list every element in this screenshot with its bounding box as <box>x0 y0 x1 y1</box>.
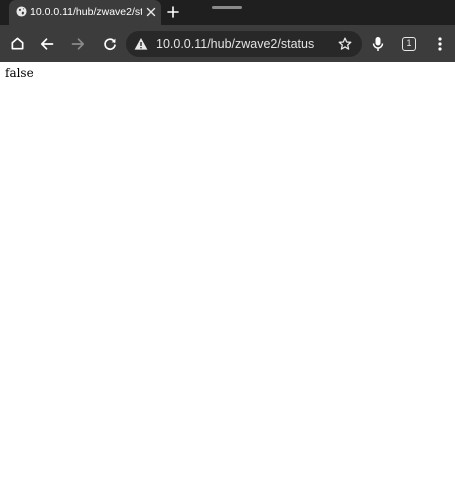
browser-tab[interactable]: 10.0.0.11/hub/zwave2/status <box>9 0 161 25</box>
star-icon[interactable] <box>338 37 352 51</box>
url-text[interactable]: 10.0.0.11/hub/zwave2/status <box>156 36 331 52</box>
page-content: false <box>0 62 455 500</box>
tab-strip: 10.0.0.11/hub/zwave2/status <box>0 0 455 25</box>
mic-icon[interactable] <box>366 25 390 62</box>
more-vert-icon[interactable] <box>428 25 452 62</box>
reload-icon[interactable] <box>98 25 122 62</box>
response-text: false <box>5 66 34 80</box>
globe-icon <box>16 6 27 17</box>
tab-title: 10.0.0.11/hub/zwave2/status <box>30 6 142 18</box>
address-bar[interactable]: 10.0.0.11/hub/zwave2/status <box>126 31 362 57</box>
drag-handle-icon[interactable] <box>212 6 242 9</box>
plus-icon[interactable] <box>167 6 179 18</box>
back-arrow-icon[interactable] <box>35 25 59 62</box>
not-secure-warning-icon[interactable] <box>134 37 148 51</box>
close-icon[interactable] <box>146 7 156 17</box>
tab-count: 1 <box>402 36 416 51</box>
toolbar: 10.0.0.11/hub/zwave2/status 1 <box>0 25 455 62</box>
forward-arrow-icon[interactable] <box>66 25 90 62</box>
tab-switcher-button[interactable]: 1 <box>397 25 421 62</box>
home-icon[interactable] <box>5 25 29 62</box>
browser-window: 10.0.0.11/hub/zwave2/status <box>0 0 455 500</box>
